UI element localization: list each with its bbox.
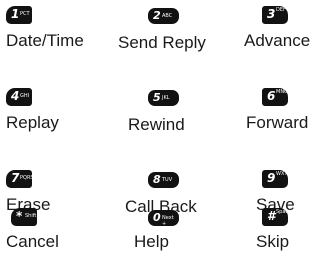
key-hash-letters: Space <box>276 209 292 215</box>
key-1-digit: 1 <box>11 7 20 21</box>
key-cell-0: 0 Next + Help <box>134 210 234 252</box>
key-9-button[interactable]: 9 WXYZ <box>262 170 291 188</box>
key-2-button[interactable]: 2 ABC <box>148 8 179 24</box>
key-hash-label: Skip <box>256 232 290 251</box>
key-star-digit: * <box>16 209 23 223</box>
key-5-label: Rewind <box>128 115 185 134</box>
key-1-letters: PCT <box>20 11 30 17</box>
key-8-digit: 8 <box>153 173 161 186</box>
key-6-letters: MNO <box>276 89 288 95</box>
key-4-letters: GHI <box>20 93 30 99</box>
key-0-digit: 0 <box>153 211 161 224</box>
key-6-digit: 6 <box>267 89 276 103</box>
key-8-letters: TUV <box>162 177 173 183</box>
key-star-button[interactable]: * Shift <box>11 208 37 226</box>
key-cell-1: 1 PCT Date/Time <box>6 6 106 51</box>
key-cell-2: 2 ABC Send Reply <box>118 8 218 53</box>
key-5-digit: 5 <box>153 91 161 104</box>
key-2-digit: 2 <box>153 9 161 22</box>
key-8-button[interactable]: 8 TUV <box>148 172 179 188</box>
key-star-label: Cancel <box>6 232 59 251</box>
key-4-button[interactable]: 4 GHI <box>6 88 32 106</box>
key-7-button[interactable]: 7 PQRS <box>6 170 34 188</box>
key-cell-3: 3 DEF Advance <box>244 6 320 51</box>
key-3-label: Advance <box>244 31 311 50</box>
key-9-digit: 9 <box>267 171 276 185</box>
key-cell-star: * Shift Cancel <box>6 208 106 252</box>
key-4-digit: 4 <box>11 89 20 103</box>
key-5-button[interactable]: 5 JKL <box>148 90 179 106</box>
key-5-letters: JKL <box>162 95 170 101</box>
key-7-digit: 7 <box>11 171 20 185</box>
key-7-letters: PQRS <box>20 175 34 181</box>
key-2-label: Send Reply <box>118 33 206 52</box>
key-3-digit: 3 <box>267 7 276 21</box>
key-6-label: Forward <box>246 113 309 132</box>
key-star-letters: Shift <box>25 213 37 219</box>
key-hash-digit: # <box>267 209 276 223</box>
key-cell-hash: # Space Skip <box>256 208 320 252</box>
key-cell-4: 4 GHI Replay <box>6 88 106 133</box>
key-3-button[interactable]: 3 DEF <box>262 6 288 24</box>
key-9-letters: WXYZ <box>276 171 291 177</box>
key-6-button[interactable]: 6 MNO <box>262 88 288 106</box>
key-1-button[interactable]: 1 PCT <box>6 6 32 24</box>
key-1-label: Date/Time <box>6 31 84 50</box>
key-cell-5: 5 JKL Rewind <box>128 90 228 135</box>
key-hash-button[interactable]: # Space <box>262 208 292 226</box>
key-0-label: Help <box>134 232 169 251</box>
key-cell-6: 6 MNO Forward <box>246 88 320 133</box>
key-3-letters: DEF <box>276 7 286 13</box>
key-0-letters: Next + <box>162 215 174 227</box>
key-2-letters: ABC <box>162 13 173 19</box>
key-0-button[interactable]: 0 Next + <box>148 210 179 227</box>
key-4-label: Replay <box>6 113 59 132</box>
